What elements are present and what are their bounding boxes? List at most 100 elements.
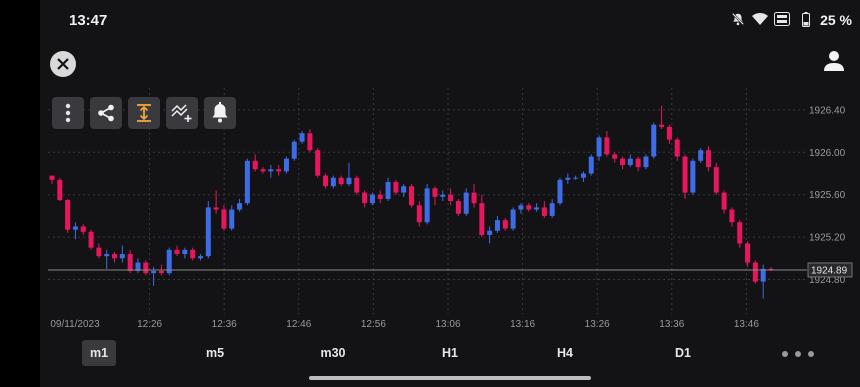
candle-body xyxy=(596,137,602,157)
top-bar xyxy=(40,44,860,84)
timeframe-h4[interactable]: H4 xyxy=(548,340,582,366)
candle-body xyxy=(151,271,157,274)
candle-body xyxy=(580,173,586,178)
y-tick-label: 1925.60 xyxy=(809,190,846,201)
candle-body xyxy=(705,150,711,168)
candle-body xyxy=(518,205,524,210)
candle-body xyxy=(682,156,688,193)
auto-scale-button[interactable] xyxy=(128,97,160,129)
app-screen: 13:47 25 % 1926.40 1926.00 1925.60 1925.20 1… xyxy=(40,0,860,387)
timeframe-d1[interactable]: D1 xyxy=(666,340,700,366)
candle-body xyxy=(354,177,360,193)
candle-body xyxy=(463,192,469,214)
timeframe-m1[interactable]: m1 xyxy=(82,340,116,366)
candle-body xyxy=(549,203,555,216)
candle-body xyxy=(659,124,665,127)
candle-body xyxy=(369,194,375,204)
candle-body xyxy=(190,249,196,259)
candle-body xyxy=(760,268,766,282)
candle-body xyxy=(713,167,719,193)
x-tick-label: 12:46 xyxy=(286,319,311,330)
home-indicator[interactable] xyxy=(309,376,591,380)
candle-body xyxy=(283,158,289,172)
candle-body xyxy=(643,156,649,168)
candle-body xyxy=(502,220,508,229)
more-dot xyxy=(795,351,801,357)
candle-body xyxy=(307,133,313,151)
candle-body xyxy=(557,179,563,204)
battery-level: 25 % xyxy=(820,12,852,28)
candle-body xyxy=(612,154,618,159)
status-bar: 13:47 25 % xyxy=(40,0,860,40)
timeframe-h1[interactable]: H1 xyxy=(433,340,467,366)
x-tick-label: 13:06 xyxy=(435,319,460,330)
close-icon xyxy=(57,58,69,70)
timeframe-m5[interactable]: m5 xyxy=(198,340,232,366)
candle-body xyxy=(268,169,274,172)
candle-body xyxy=(674,139,680,157)
candle-body xyxy=(666,126,672,140)
candle-body xyxy=(158,271,164,274)
share-button[interactable] xyxy=(90,97,122,129)
chart-toolbar xyxy=(52,97,236,129)
candle-body xyxy=(65,200,71,230)
close-button[interactable] xyxy=(50,51,76,77)
candle-body xyxy=(252,160,258,170)
timeframe-bar: m1 m5 m30 H1 H4 D1 xyxy=(40,340,860,368)
candle-body xyxy=(534,207,540,210)
candle-body xyxy=(174,249,180,255)
candle-body xyxy=(393,181,399,193)
candle-body xyxy=(494,220,500,231)
more-options-button[interactable] xyxy=(52,97,84,129)
y-tick-label: 1926.00 xyxy=(809,148,846,159)
y-tick-label: 1926.40 xyxy=(809,105,846,116)
more-timeframes-button[interactable] xyxy=(782,351,814,357)
more-dot xyxy=(808,351,814,357)
status-time: 13:47 xyxy=(69,12,108,29)
candle-body xyxy=(112,254,118,259)
candle-body xyxy=(510,209,516,229)
profile-icon[interactable] xyxy=(824,50,844,72)
candle-body xyxy=(119,254,125,259)
timeframe-m30[interactable]: m30 xyxy=(311,340,355,366)
price-alert-button[interactable] xyxy=(204,97,236,129)
x-tick-label: 12:36 xyxy=(212,319,237,330)
candle-body xyxy=(72,226,78,230)
candle-body xyxy=(698,150,704,161)
x-tick-label: 13:16 xyxy=(510,319,535,330)
candle-body xyxy=(424,188,430,223)
volte-wifi-icon xyxy=(774,12,790,26)
current-price-label: 1924.89 xyxy=(811,265,848,276)
candle-body xyxy=(635,158,641,168)
candle-body xyxy=(752,262,758,282)
candle-body xyxy=(244,160,250,204)
candle-body xyxy=(49,175,55,180)
wifi-icon xyxy=(752,12,768,25)
candle-body xyxy=(745,243,751,263)
candle-body xyxy=(409,186,414,206)
candle-body xyxy=(401,186,407,193)
status-icons xyxy=(730,12,790,26)
more-dot xyxy=(782,351,788,357)
x-tick-label: 13:46 xyxy=(734,319,759,330)
auto-scale-icon xyxy=(137,104,151,122)
candle-body xyxy=(127,254,133,272)
candle-body xyxy=(205,207,211,257)
battery-icon xyxy=(802,12,810,27)
x-tick-label: 13:26 xyxy=(585,319,610,330)
candle-body xyxy=(440,194,446,197)
indicators-button[interactable] xyxy=(166,97,198,129)
candle-body xyxy=(315,150,321,176)
candle-body xyxy=(729,209,735,223)
candle-body xyxy=(573,177,579,179)
candle-body xyxy=(604,137,610,155)
alert-bell-icon xyxy=(212,102,228,123)
candle-body xyxy=(471,192,477,204)
candle-body xyxy=(377,194,383,199)
candle-body xyxy=(385,181,391,199)
candle-body xyxy=(237,203,243,210)
candle-body xyxy=(260,169,266,172)
candle-body xyxy=(737,222,743,244)
candle-body xyxy=(88,231,94,248)
candle-body xyxy=(526,205,532,210)
